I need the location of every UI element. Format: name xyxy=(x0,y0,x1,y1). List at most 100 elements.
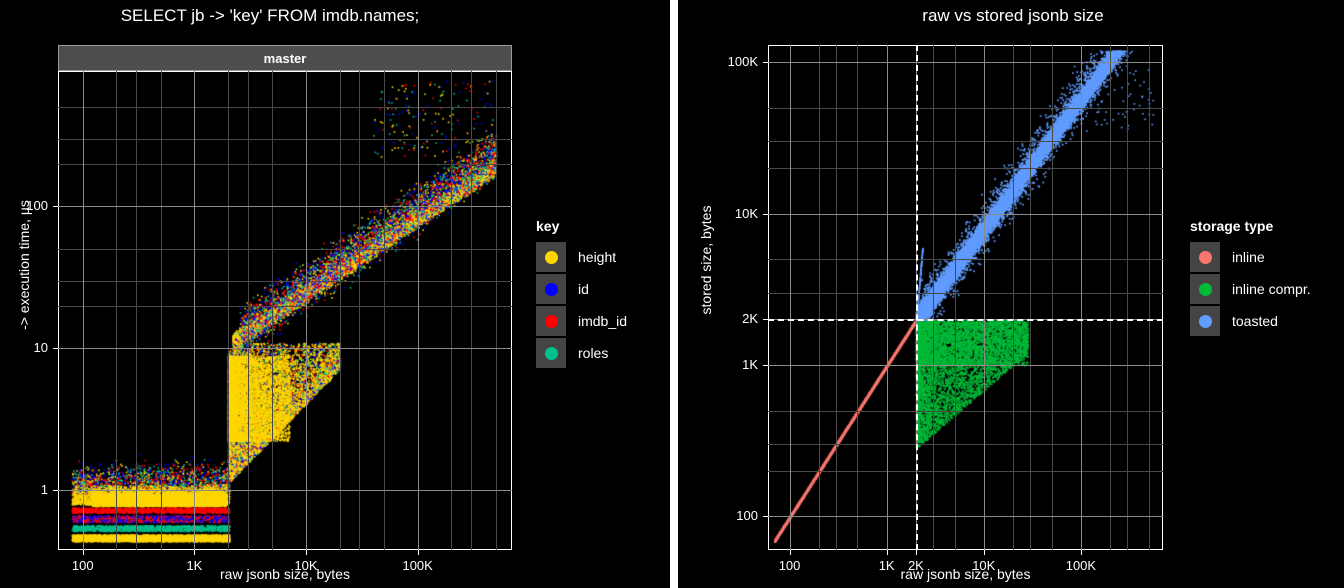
legend-color-dot xyxy=(544,282,558,296)
legend-key-swatch xyxy=(1190,274,1220,304)
x-gridline xyxy=(194,71,196,550)
x-gridline xyxy=(82,71,84,550)
x-axis-tick xyxy=(417,550,419,555)
right-legend-item-inline-compr-[interactable]: inline compr. xyxy=(1190,274,1311,304)
y-axis-tick xyxy=(53,490,58,492)
left-legend-item-height[interactable]: height xyxy=(536,242,627,272)
x-minor-gridline xyxy=(136,71,138,550)
legend-key-swatch xyxy=(1190,242,1220,272)
left-legend: key height id imdb_idroles xyxy=(536,218,627,370)
x-axis-tick-label: 10K xyxy=(972,558,996,573)
x-minor-gridline xyxy=(1148,45,1150,550)
x-axis-tick xyxy=(915,550,917,555)
x-axis-tick-label: 1K xyxy=(186,558,203,573)
left-scatter-points xyxy=(59,72,511,549)
y-axis-tick-label: 100 xyxy=(26,198,48,214)
x-axis-tick-label: 100K xyxy=(402,558,433,573)
legend-color-dot xyxy=(544,314,558,328)
left-legend-items: height id imdb_idroles xyxy=(536,242,627,368)
y-axis-tick-label: 1K xyxy=(742,357,758,373)
y-minor-gridline xyxy=(768,470,1163,472)
screenshot-root: SELECT jb -> 'key' FROM imdb.names; mast… xyxy=(0,0,1344,588)
x-minor-gridline xyxy=(384,71,386,550)
x-minor-gridline xyxy=(954,45,956,550)
y-axis-tick-label: 100 xyxy=(736,508,758,524)
legend-entry-label: imdb_id xyxy=(578,313,628,329)
x-axis-tick xyxy=(306,550,308,555)
right-chart-title: raw vs stored jsonb size xyxy=(922,6,1104,25)
x-axis-tick-label: 2K xyxy=(907,558,924,573)
x-minor-gridline xyxy=(933,45,934,550)
right-legend-items: inline inline compr. toasted xyxy=(1190,242,1311,336)
x-minor-gridline xyxy=(339,71,341,550)
y-minor-gridline xyxy=(58,163,512,165)
reference-line-vertical xyxy=(915,45,918,550)
x-axis-tick xyxy=(82,550,84,555)
y-axis-tick-label: 1 xyxy=(40,482,48,498)
x-axis-tick-label: 10K xyxy=(294,558,318,573)
x-minor-gridline xyxy=(1127,45,1129,550)
legend-key-swatch xyxy=(1190,306,1220,336)
y-axis-tick xyxy=(53,206,58,208)
x-axis-tick xyxy=(194,550,196,555)
left-legend-item-roles[interactable]: roles xyxy=(536,338,627,368)
legend-key-swatch xyxy=(536,274,566,304)
x-minor-gridline xyxy=(857,45,859,550)
y-gridline xyxy=(768,62,1163,64)
legend-color-dot xyxy=(544,250,558,264)
left-legend-item-imdb-id[interactable]: imdb_id xyxy=(536,306,627,336)
legend-color-dot xyxy=(544,346,558,360)
x-minor-gridline xyxy=(495,71,497,550)
legend-color-dot xyxy=(1198,314,1212,328)
left-y-axis-title: -> execution time, µs xyxy=(16,200,32,330)
y-axis-tick-label: 10K xyxy=(734,205,758,221)
y-gridline xyxy=(58,490,512,492)
legend-key-swatch xyxy=(536,306,566,336)
x-gridline xyxy=(983,45,985,550)
left-chart-title: SELECT jb -> 'key' FROM imdb.names; xyxy=(120,6,420,25)
y-minor-gridline xyxy=(768,444,1163,446)
y-minor-gridline xyxy=(768,410,1163,412)
y-minor-gridline xyxy=(768,107,1163,109)
y-minor-gridline xyxy=(768,168,1163,170)
x-minor-gridline xyxy=(1051,45,1053,550)
y-minor-gridline xyxy=(768,292,1163,294)
x-minor-gridline xyxy=(470,71,472,550)
x-minor-gridline xyxy=(1110,45,1112,550)
left-legend-item-id[interactable]: id xyxy=(536,274,627,304)
y-axis-tick xyxy=(763,516,768,518)
right-chart-figure: raw vs stored jsonb size stored size, by… xyxy=(678,0,1344,588)
y-minor-gridline xyxy=(768,141,1163,143)
x-axis-tick-label: 100 xyxy=(71,558,94,573)
y-axis-tick-label: 2K xyxy=(742,311,758,327)
y-axis-tick xyxy=(763,365,768,367)
x-minor-gridline xyxy=(247,71,249,550)
right-legend-item-toasted[interactable]: toasted xyxy=(1190,306,1311,336)
legend-entry-label: roles xyxy=(578,345,609,361)
x-gridline xyxy=(417,71,419,550)
y-gridline xyxy=(768,516,1163,518)
legend-entry-label: inline xyxy=(1232,249,1265,265)
y-axis-tick-label: 10 xyxy=(33,340,48,356)
x-minor-gridline xyxy=(818,45,820,550)
right-legend: storage type inline inline compr. toasted xyxy=(1190,218,1311,338)
left-legend-title: key xyxy=(536,218,560,234)
x-axis-tick xyxy=(983,550,985,555)
legend-key-swatch xyxy=(536,242,566,272)
x-gridline xyxy=(306,71,308,550)
x-minor-gridline xyxy=(228,71,229,550)
right-y-axis-title: stored size, bytes xyxy=(698,205,714,315)
y-minor-gridline xyxy=(58,138,512,140)
x-minor-gridline xyxy=(1030,45,1032,550)
x-axis-tick-label: 100K xyxy=(1065,558,1097,573)
y-minor-gridline xyxy=(58,249,512,251)
x-axis-tick xyxy=(1080,550,1082,555)
legend-color-dot xyxy=(1198,250,1212,264)
x-axis-tick-label: 100 xyxy=(778,558,801,573)
x-minor-gridline xyxy=(160,71,162,550)
legend-entry-label: id xyxy=(578,281,589,297)
legend-entry-label: inline compr. xyxy=(1232,281,1311,297)
x-gridline xyxy=(789,45,791,550)
right-legend-item-inline[interactable]: inline xyxy=(1190,242,1311,272)
y-axis-tick xyxy=(53,348,58,350)
